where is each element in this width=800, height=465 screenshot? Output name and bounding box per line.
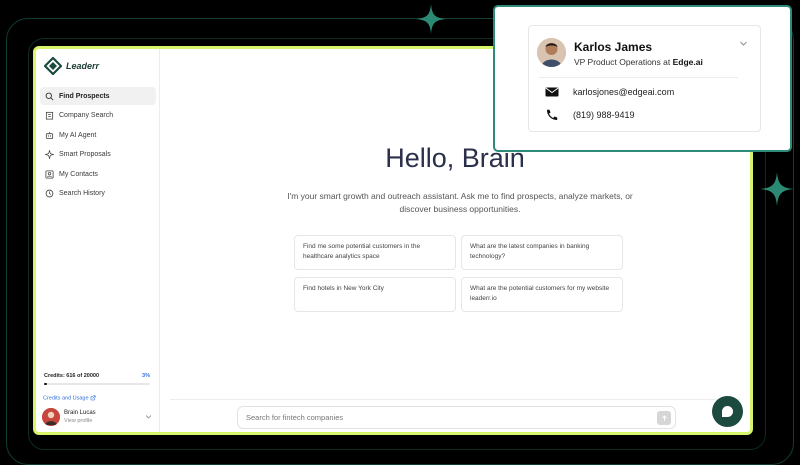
phone-icon xyxy=(546,109,558,121)
contact-role: VP Product Operations at xyxy=(574,57,671,67)
sidebar-item-label: Smart Proposals xyxy=(59,151,111,158)
mail-icon xyxy=(545,87,559,97)
leaderr-logo-icon xyxy=(44,57,62,75)
credits-percent: 3% xyxy=(142,373,150,379)
chat-icon xyxy=(722,406,733,417)
profile-name: Brain Lucas xyxy=(64,410,96,416)
external-link-icon xyxy=(90,395,96,401)
chevron-down-icon[interactable] xyxy=(739,39,748,48)
sidebar-nav: Find Prospects Company Search My AI Agen… xyxy=(40,87,156,204)
sidebar-item-label: My AI Agent xyxy=(59,131,97,139)
contact-title: VP Product Operations at Edge.ai xyxy=(574,57,703,67)
suggestion-card[interactable]: What are the potential customers for my … xyxy=(461,277,623,312)
chevron-down-icon[interactable] xyxy=(145,413,152,420)
chat-button[interactable] xyxy=(712,396,743,427)
sidebar-item-my-contacts[interactable]: My Contacts xyxy=(40,165,156,183)
contact-email: karlosjones@edgeai.com xyxy=(573,87,675,97)
sparkle-icon xyxy=(45,150,54,159)
sidebar-item-label: My Contacts xyxy=(59,170,98,178)
contact-name: Karlos James xyxy=(574,40,653,54)
user-avatar-icon xyxy=(42,408,60,426)
credits-label: Credits: 616 of 20000 xyxy=(44,373,100,379)
sidebar-item-label: Find Prospects xyxy=(59,92,110,100)
sidebar-item-company-search[interactable]: Company Search xyxy=(40,107,156,125)
send-button[interactable] xyxy=(657,411,671,425)
contact-email-row[interactable]: karlosjones@edgeai.com xyxy=(545,87,674,97)
history-icon xyxy=(45,189,54,198)
sidebar: Leaderr Find Prospects Company Search My… xyxy=(36,49,160,432)
user-profile[interactable]: Brain Lucas View profile xyxy=(42,408,154,426)
contact-card: Karlos James VP Product Operations at Ed… xyxy=(528,25,761,132)
brand-logo[interactable]: Leaderr xyxy=(44,57,99,75)
contact-phone: (819) 988-9419 xyxy=(573,110,635,120)
building-icon xyxy=(45,111,54,120)
greeting-subtitle: I'm your smart growth and outreach assis… xyxy=(287,191,633,214)
divider xyxy=(539,77,738,78)
avatar xyxy=(42,408,60,426)
credits-meter: Credits: 616 of 20000 3% xyxy=(44,373,150,385)
credits-progress-bar xyxy=(44,383,150,385)
suggestion-card[interactable]: Find me some potential customers in the … xyxy=(294,235,456,270)
suggestion-card[interactable]: What are the latest companies in banking… xyxy=(461,235,623,270)
contact-card-panel: Karlos James VP Product Operations at Ed… xyxy=(493,5,792,152)
credits-usage-link[interactable]: Credits and Usage xyxy=(43,395,96,401)
contact-phone-row[interactable]: (819) 988-9419 xyxy=(545,109,635,121)
robot-icon xyxy=(45,131,54,139)
contact-icon xyxy=(45,169,54,179)
sparkle-decoration-icon xyxy=(760,172,794,206)
sidebar-item-search-history[interactable]: Search History xyxy=(40,185,156,203)
sidebar-item-smart-proposals[interactable]: Smart Proposals xyxy=(40,146,156,164)
search-input[interactable] xyxy=(246,413,646,422)
brand-name: Leaderr xyxy=(66,61,100,71)
sidebar-item-my-ai-agent[interactable]: My AI Agent xyxy=(40,126,156,144)
contact-company: Edge.ai xyxy=(672,57,703,67)
credits-progress-fill xyxy=(44,383,48,385)
search-bar[interactable] xyxy=(237,406,676,429)
sparkle-decoration-icon xyxy=(416,4,446,34)
sidebar-item-find-prospects[interactable]: Find Prospects xyxy=(40,87,156,105)
sidebar-item-label: Company Search xyxy=(59,112,114,119)
search-icon xyxy=(45,92,54,100)
contact-photo-icon xyxy=(537,38,566,67)
credits-usage-label: Credits and Usage xyxy=(43,395,89,402)
suggestion-card[interactable]: Find hotels in New York City xyxy=(294,277,456,312)
divider xyxy=(170,399,740,400)
contact-avatar xyxy=(537,38,566,67)
arrow-up-icon xyxy=(661,414,667,421)
profile-link[interactable]: View profile xyxy=(64,417,96,425)
sidebar-item-label: Search History xyxy=(59,190,105,197)
